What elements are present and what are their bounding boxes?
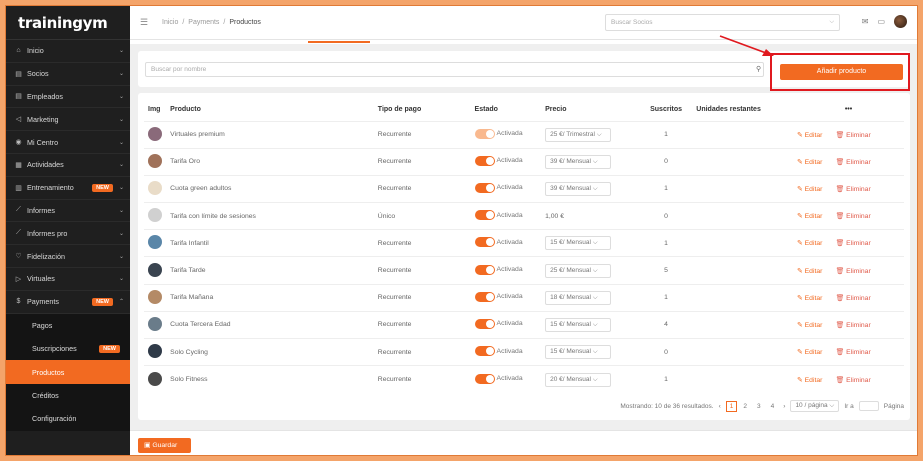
app-window: trainingym ⌂ Inicio ⌄ ▤ Socios ⌄ ▤ Empleados ⌄ ◁ M… [5,5,918,456]
annotation-arrow-icon [719,35,774,56]
